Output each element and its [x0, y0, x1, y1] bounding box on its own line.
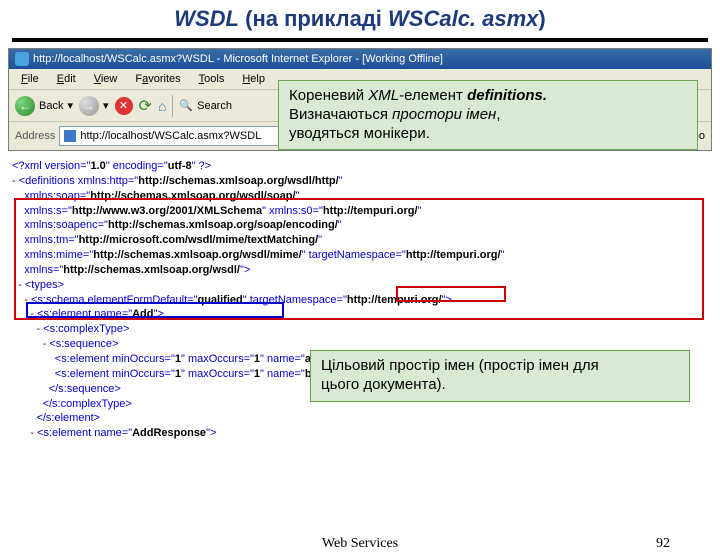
- separator: [172, 95, 173, 117]
- footer-center: Web Services: [322, 536, 398, 552]
- ie-icon: [15, 52, 29, 66]
- address-label: Address: [15, 130, 55, 142]
- c2-a: Цільовий простір імен (простір імен для: [321, 357, 599, 374]
- slide-title: WSDL (на прикладі WSCalc. asmx): [0, 6, 720, 32]
- menu-edit[interactable]: Edit: [49, 71, 84, 87]
- back-button[interactable]: ← Back ▾: [15, 96, 73, 116]
- menu-favorites[interactable]: Favorites: [127, 71, 188, 87]
- menu-help[interactable]: Help: [234, 71, 273, 87]
- forward-button[interactable]: → ▾: [79, 96, 109, 116]
- title-underline: [12, 38, 708, 42]
- menu-file[interactable]: FFileile: [13, 71, 47, 87]
- back-icon: ←: [15, 96, 35, 116]
- address-value: http://localhost/WSCalc.asmx?WSDL: [80, 130, 261, 142]
- title-suffix: WSCalc. asmx: [388, 6, 538, 31]
- c1-d: definitions.: [467, 87, 547, 104]
- back-label: Back: [39, 100, 63, 112]
- callout-targetns: Цільовий простір імен (простір імен для …: [310, 350, 690, 402]
- menu-tools[interactable]: Tools: [191, 71, 233, 87]
- dropdown-icon: ▾: [103, 99, 109, 112]
- title-prefix: WSDL: [174, 6, 239, 31]
- c2-b: цього документа).: [321, 376, 446, 393]
- c1-g: ,: [496, 106, 500, 123]
- home-icon[interactable]: ⌂: [158, 98, 166, 114]
- c1-h: уводяться монікери.: [289, 125, 430, 142]
- search-icon: 🔍: [179, 99, 193, 112]
- titlebar: http://localhost/WSCalc.asmx?WSDL - Micr…: [9, 49, 711, 69]
- c1-c: -елемент: [399, 87, 467, 104]
- c1-f: простори імен: [392, 106, 496, 123]
- search-button[interactable]: 🔍 Search: [179, 99, 232, 112]
- search-label: Search: [197, 100, 232, 112]
- window-title: http://localhost/WSCalc.asmx?WSDL - Micr…: [33, 53, 443, 65]
- dropdown-icon: ▾: [67, 99, 73, 112]
- title-mid: (на прикладі: [239, 6, 388, 31]
- highlight-xmlns: [26, 302, 284, 318]
- c1-e: Визначаються: [289, 106, 392, 123]
- refresh-icon[interactable]: ⟳: [139, 96, 152, 116]
- forward-icon: →: [79, 96, 99, 116]
- callout-definitions: Кореневий XML-елемент definitions. Визна…: [278, 80, 698, 150]
- page-icon: [64, 130, 76, 142]
- highlight-targetns: [396, 286, 506, 302]
- menu-view[interactable]: View: [86, 71, 126, 87]
- c1-b: XML: [368, 87, 399, 104]
- stop-icon[interactable]: ✕: [115, 97, 133, 115]
- title-end: ): [538, 6, 545, 31]
- page-number: 92: [656, 536, 670, 552]
- c1-a: Кореневий: [289, 87, 368, 104]
